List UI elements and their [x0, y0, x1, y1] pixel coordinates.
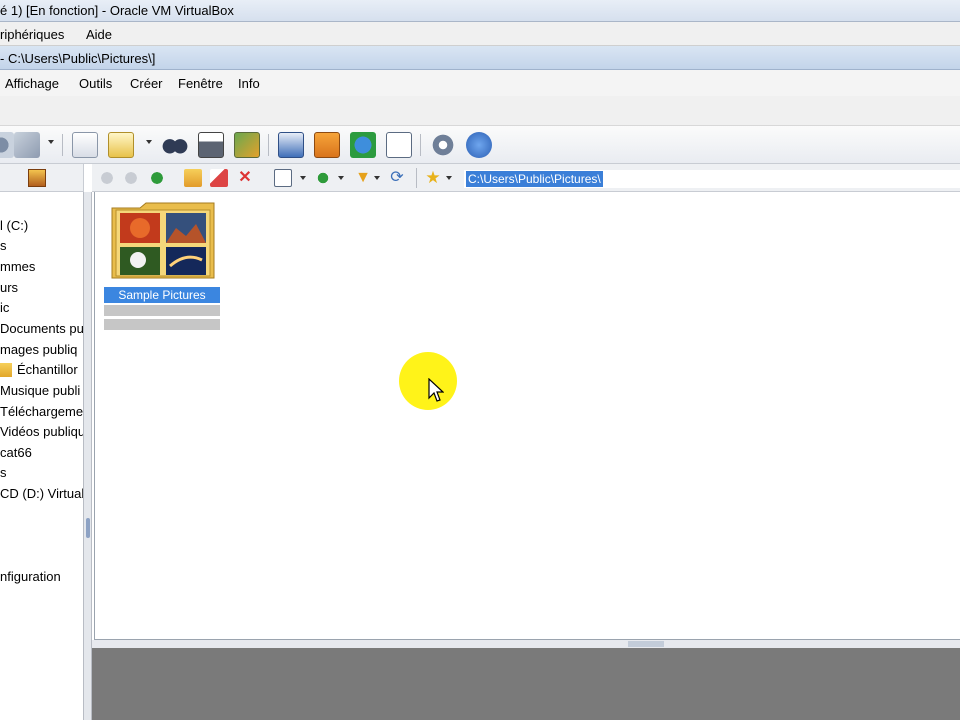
tree-item-videos-publiques[interactable]: Vidéos publiqu: [0, 424, 83, 439]
properties-icon[interactable]: [386, 132, 412, 158]
new-folder-icon[interactable]: [184, 169, 202, 187]
file-info-line: [104, 319, 220, 330]
preview-splitter[interactable]: [92, 640, 960, 648]
menu-peripheriques[interactable]: riphériques: [0, 27, 64, 42]
print-icon[interactable]: [198, 132, 224, 158]
rename-icon[interactable]: [210, 169, 228, 187]
scan-icon[interactable]: [278, 132, 304, 158]
tree-item-musique-publique[interactable]: Musique publi: [0, 383, 80, 398]
dropdown-arrow-icon[interactable]: [446, 176, 452, 180]
dropdown-arrow-icon[interactable]: [146, 140, 152, 144]
forward-icon[interactable]: [122, 169, 140, 187]
folder-thumbnail[interactable]: [110, 200, 216, 280]
path-input-text[interactable]: C:\Users\Public\Pictures\: [466, 171, 603, 187]
tree-item-configuration[interactable]: nfiguration: [0, 569, 61, 584]
copy-move-icon[interactable]: [72, 132, 98, 158]
settings-icon[interactable]: [430, 132, 456, 158]
virtualbox-title-bar: é 1) [En fonction] - Oracle VM VirtualBo…: [0, 0, 960, 22]
open-icon[interactable]: [14, 132, 40, 158]
slideshow-icon[interactable]: [0, 132, 14, 158]
menu-info[interactable]: Info: [238, 76, 260, 91]
tree-item[interactable]: ic: [0, 300, 9, 315]
view-mode-icon[interactable]: [274, 169, 292, 187]
sort-icon[interactable]: [314, 169, 332, 187]
toolbar-separator: [420, 134, 421, 156]
find-icon[interactable]: [162, 132, 188, 158]
file-name-label[interactable]: Sample Pictures: [104, 287, 220, 303]
preview-splitter-grip[interactable]: [628, 641, 664, 647]
file-info-line: [104, 305, 220, 316]
tree-item-echantillons[interactable]: Échantillor: [17, 362, 78, 377]
menu-fenetre[interactable]: Fenêtre: [178, 76, 223, 91]
dropdown-arrow-icon[interactable]: [48, 140, 54, 144]
file-list[interactable]: [94, 192, 960, 640]
dropdown-arrow-icon[interactable]: [300, 176, 306, 180]
tree-item-cat66[interactable]: cat66: [0, 445, 32, 460]
web-icon[interactable]: [350, 132, 376, 158]
toolbar-separator: [416, 168, 417, 188]
empty-toolbar-row: [0, 96, 960, 126]
tree-item-telechargements[interactable]: Téléchargeme: [0, 404, 83, 419]
app-title-bar: - C:\Users\Public\Pictures\]: [0, 46, 960, 70]
screenshot-icon[interactable]: [314, 132, 340, 158]
refresh-icon[interactable]: ⟳: [388, 169, 406, 187]
folder-icon: [0, 363, 12, 377]
filter-icon[interactable]: ▼: [354, 169, 372, 187]
tree-bookmark-icon[interactable]: [28, 169, 46, 187]
app-title: - C:\Users\Public\Pictures\]: [0, 51, 156, 66]
splitter-grip[interactable]: [86, 518, 90, 538]
tree-header: [0, 164, 84, 192]
tree-item-cd-drive[interactable]: CD (D:) Virtual: [0, 486, 83, 501]
app-menu-bar: Affichage Outils Créer Fenêtre Info: [0, 70, 960, 96]
preview-pane: [92, 648, 960, 720]
tree-item-documents-publics[interactable]: Documents pu: [0, 321, 83, 336]
info-icon[interactable]: [466, 132, 492, 158]
delete-icon[interactable]: ✕: [236, 169, 254, 187]
toolbar-separator: [268, 134, 269, 156]
menu-affichage[interactable]: Affichage: [5, 76, 59, 91]
back-icon[interactable]: [98, 169, 116, 187]
open-folder-icon[interactable]: [108, 132, 134, 158]
tree-item-images-publiques[interactable]: mages publiq: [0, 342, 77, 357]
tree-item[interactable]: s: [0, 465, 7, 480]
main-toolbar: [0, 126, 960, 164]
virtualbox-title: é 1) [En fonction] - Oracle VM VirtualBo…: [0, 3, 234, 18]
tree-item[interactable]: s: [0, 238, 7, 253]
mouse-pointer-icon: [428, 378, 444, 402]
favorites-icon[interactable]: ★: [424, 169, 442, 187]
menu-aide[interactable]: Aide: [86, 27, 112, 42]
convert-icon[interactable]: [234, 132, 260, 158]
dropdown-arrow-icon[interactable]: [374, 176, 380, 180]
menu-outils[interactable]: Outils: [79, 76, 112, 91]
tree-item-c-drive[interactable]: l (C:): [0, 218, 28, 233]
sample-pictures-folder-icon: [111, 202, 215, 279]
dropdown-arrow-icon[interactable]: [338, 176, 344, 180]
tree-item[interactable]: mmes: [0, 259, 35, 274]
folder-tree: l (C:) s mmes urs ic Documents pu mages …: [0, 192, 84, 720]
tree-splitter[interactable]: [84, 192, 92, 720]
toolbar-separator: [62, 134, 63, 156]
menu-creer[interactable]: Créer: [130, 76, 163, 91]
tree-item[interactable]: urs: [0, 280, 18, 295]
up-icon[interactable]: [148, 169, 166, 187]
virtualbox-menu-bar: riphériques Aide: [0, 22, 960, 46]
